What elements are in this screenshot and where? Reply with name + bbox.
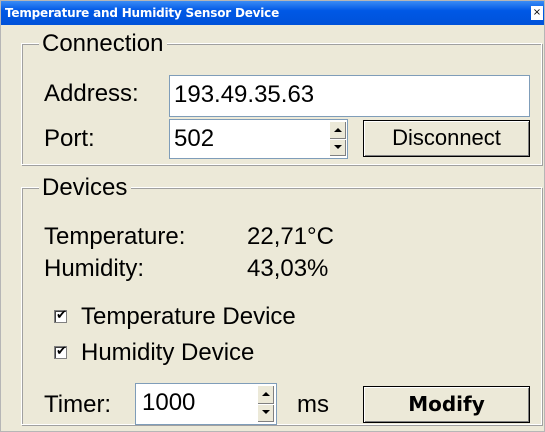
temperature-device-checkbox[interactable]: ✔ <box>54 308 67 323</box>
timer-unit: ms <box>297 391 329 418</box>
app-window: Temperature and Humidity Sensor Device ×… <box>0 0 545 432</box>
port-spinner[interactable] <box>329 121 347 157</box>
humidity-value: 43,03% <box>247 255 329 282</box>
devices-legend: Devices <box>39 175 132 201</box>
humidity-device-label[interactable]: Humidity Device <box>81 339 254 367</box>
humidity-label: Humidity: <box>44 255 145 282</box>
port-field[interactable]: 502 <box>169 119 348 159</box>
timer-field[interactable]: 1000 <box>135 383 277 425</box>
temperature-value: 22,71°C <box>247 223 334 250</box>
spin-down-icon[interactable] <box>258 404 274 422</box>
title-bar[interactable]: Temperature and Humidity Sensor Device × <box>1 1 544 25</box>
address-field[interactable]: 193.49.35.63 <box>169 75 530 117</box>
humidity-device-checkbox[interactable]: ✔ <box>54 344 67 359</box>
timer-label: Timer: <box>44 391 112 418</box>
connection-legend: Connection <box>39 31 168 57</box>
temperature-device-label[interactable]: Temperature Device <box>81 303 296 331</box>
window-title: Temperature and Humidity Sensor Device <box>5 6 280 20</box>
temperature-label: Temperature: <box>44 223 186 250</box>
checkmark-icon: ✔ <box>56 344 67 359</box>
address-label: Address: <box>44 80 139 107</box>
modify-button[interactable]: Modify <box>363 386 530 423</box>
spin-down-icon[interactable] <box>330 139 346 156</box>
port-label: Port: <box>44 125 95 152</box>
close-icon[interactable]: × <box>531 6 543 20</box>
checkmark-icon: ✔ <box>56 308 67 323</box>
spin-up-icon[interactable] <box>258 386 274 404</box>
disconnect-button[interactable]: Disconnect <box>363 120 530 157</box>
spin-up-icon[interactable] <box>330 122 346 139</box>
timer-spinner[interactable] <box>257 385 275 423</box>
